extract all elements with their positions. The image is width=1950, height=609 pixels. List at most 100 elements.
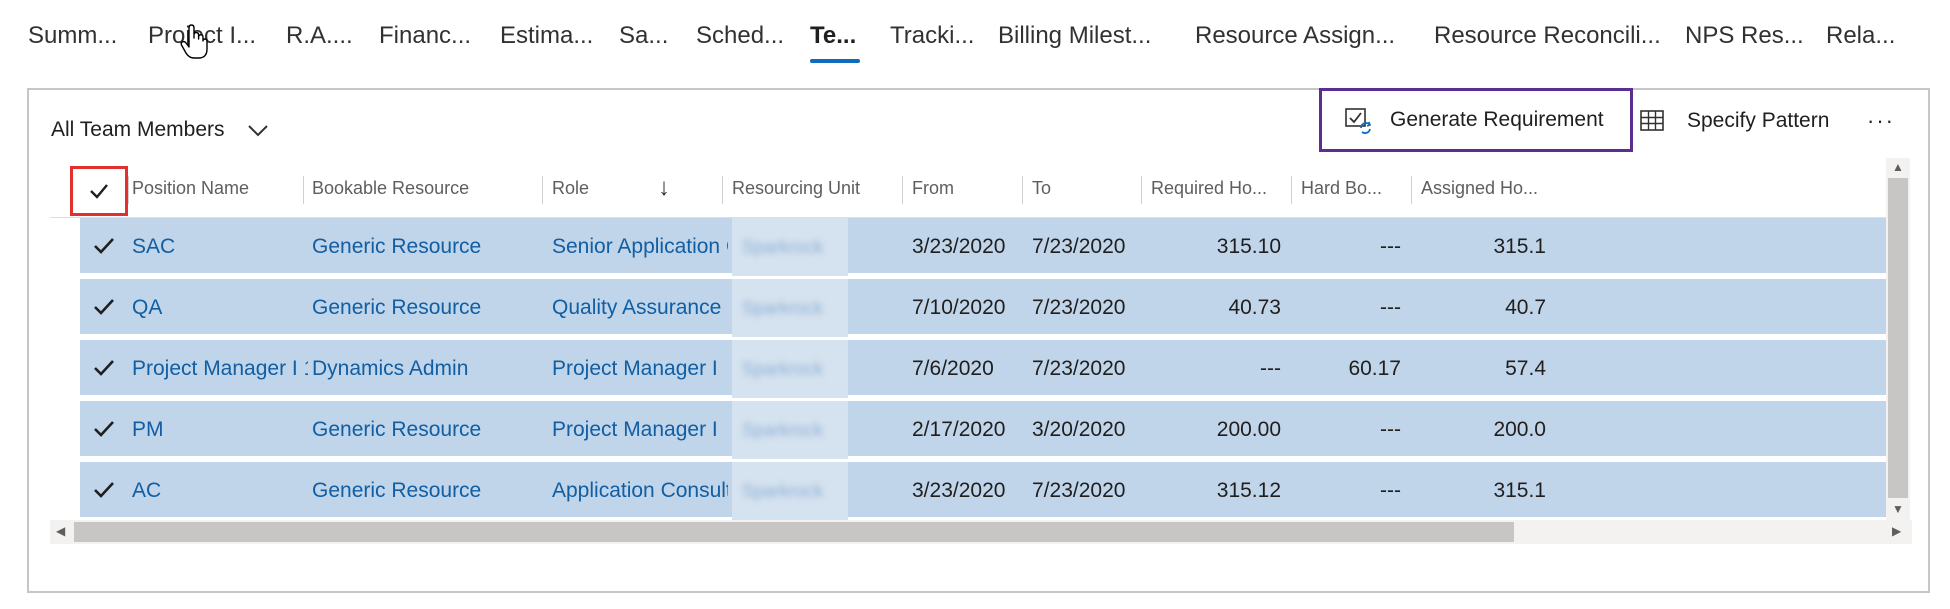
hand-cursor-icon [180, 24, 208, 59]
tab-summary[interactable]: Summ... [28, 22, 117, 58]
more-commands-button[interactable]: ··· [1861, 106, 1901, 136]
table-row[interactable]: SAC Generic Resource Senior Application … [80, 218, 1886, 276]
tab-schedule[interactable]: Sched... [696, 22, 784, 58]
column-header-required-hours[interactable]: Required Ho... [1151, 158, 1291, 218]
cell-hard-booked: --- [1380, 235, 1401, 258]
cell-position-name[interactable]: QA [132, 279, 308, 337]
cell-hard-booked: 60.17 [1348, 357, 1401, 380]
more-icon: ··· [1867, 108, 1895, 133]
column-separator [722, 176, 723, 204]
row-checkmark-icon[interactable] [92, 417, 116, 441]
cell-bookable-resource[interactable]: Dynamics Admin [312, 340, 542, 398]
cell-from: 3/23/2020 [912, 479, 1006, 502]
column-separator [128, 176, 129, 204]
cell-from: 7/6/2020 [912, 357, 994, 380]
row-checkmark-icon[interactable] [92, 356, 116, 380]
cell-bookable-resource[interactable]: Generic Resource [312, 462, 542, 520]
column-separator [1291, 176, 1292, 204]
table-row[interactable]: PM Generic Resource Project Manager I Sp… [80, 401, 1886, 459]
generate-requirement-icon [1345, 108, 1372, 134]
vertical-scrollbar[interactable]: ▲ ▼ [1886, 158, 1910, 520]
sort-descending-icon: ↓ [658, 174, 670, 201]
tab-resource-assignments[interactable]: Resource Assign... [1195, 22, 1395, 58]
cell-required-hours: 40.73 [1228, 296, 1281, 319]
specify-pattern-button[interactable]: Specify Pattern [1639, 104, 1829, 138]
chevron-down-icon [247, 125, 268, 137]
active-tab-indicator [810, 59, 860, 63]
cell-resourcing-unit-blurred: Sparkrock [732, 340, 848, 398]
tab-billing-milestones[interactable]: Billing Milest... [998, 22, 1151, 58]
grid-pattern-icon [1640, 110, 1664, 131]
column-header-hard-booked[interactable]: Hard Bo... [1301, 158, 1411, 218]
cell-from: 7/10/2020 [912, 296, 1006, 319]
vertical-scroll-thumb[interactable] [1888, 178, 1908, 498]
cell-position-name[interactable]: PM [132, 401, 308, 459]
row-checkmark-icon[interactable] [92, 295, 116, 319]
cell-bookable-resource[interactable]: Generic Resource [312, 279, 542, 337]
team-members-grid: Position Name Bookable Resource Role ↓ R… [50, 158, 1912, 548]
cell-role[interactable]: Senior Application Con [552, 218, 728, 276]
cell-bookable-resource[interactable]: Generic Resource [312, 218, 542, 276]
column-header-from[interactable]: From [912, 158, 1022, 218]
cell-assigned-hours: 315.1 [1493, 479, 1546, 502]
table-row[interactable]: Project Manager I 1 / d Dynamics Admin P… [80, 340, 1886, 398]
cell-role[interactable]: Application Consultant [552, 462, 728, 520]
cell-to: 7/23/2020 [1032, 235, 1126, 258]
tab-estimates[interactable]: Estima... [500, 22, 593, 58]
column-separator [902, 176, 903, 204]
scroll-left-arrow-icon[interactable]: ◀ [56, 524, 65, 538]
column-header-role[interactable]: Role [552, 158, 652, 218]
tab-nps-results[interactable]: NPS Res... [1685, 22, 1804, 58]
row-checkmark-icon[interactable] [92, 234, 116, 258]
generate-requirement-button[interactable]: Generate Requirement [1319, 88, 1633, 152]
column-separator [1141, 176, 1142, 204]
row-checkmark-icon[interactable] [92, 478, 116, 502]
tab-team[interactable]: Te... [810, 22, 856, 58]
column-separator [1022, 176, 1023, 204]
tab-sales[interactable]: Sa... [619, 22, 668, 58]
grid-header: Position Name Bookable Resource Role ↓ R… [50, 158, 1886, 218]
scroll-up-arrow-icon[interactable]: ▲ [1892, 160, 1904, 174]
team-members-panel: All Team Members Generate Requirement Sp… [27, 88, 1930, 593]
cell-role[interactable]: Project Manager I [552, 340, 728, 398]
cell-resourcing-unit-blurred: Sparkrock [732, 279, 848, 337]
scroll-right-arrow-icon[interactable]: ▶ [1892, 524, 1901, 538]
tab-financials[interactable]: Financ... [379, 22, 471, 58]
column-separator [542, 176, 543, 204]
cell-position-name[interactable]: SAC [132, 218, 308, 276]
cell-position-name[interactable]: Project Manager I 1 / d [132, 340, 308, 398]
column-separator [1411, 176, 1412, 204]
view-selector-label: All Team Members [51, 118, 225, 141]
checkmark-icon [90, 184, 108, 199]
tab-resource-reconciliation[interactable]: Resource Reconcili... [1434, 22, 1661, 58]
view-selector[interactable]: All Team Members [51, 114, 271, 146]
cell-hard-booked: --- [1380, 418, 1401, 441]
table-row[interactable]: QA Generic Resource Quality Assurance Sp… [80, 279, 1886, 337]
column-header-bookable-resource[interactable]: Bookable Resource [312, 158, 532, 218]
horizontal-scrollbar[interactable]: ◀ ▶ [50, 520, 1912, 544]
cell-position-name[interactable]: AC [132, 462, 308, 520]
table-row[interactable]: AC Generic Resource Application Consulta… [80, 462, 1886, 520]
cell-required-hours: 315.10 [1216, 235, 1281, 258]
cell-assigned-hours: 40.7 [1505, 296, 1546, 319]
column-header-assigned-hours[interactable]: Assigned Ho... [1421, 158, 1551, 218]
cell-role[interactable]: Quality Assurance [552, 279, 728, 337]
tab-ra[interactable]: R.A.... [286, 22, 353, 58]
column-header-resourcing-unit[interactable]: Resourcing Unit [732, 158, 902, 218]
cell-required-hours: 200.00 [1216, 418, 1281, 441]
cell-from: 3/23/2020 [912, 235, 1006, 258]
scroll-down-arrow-icon[interactable]: ▼ [1892, 502, 1904, 516]
tab-related[interactable]: Rela... [1826, 22, 1895, 58]
specify-pattern-label: Specify Pattern [1687, 109, 1830, 132]
select-all-checkbox[interactable] [70, 166, 128, 216]
cell-to: 7/23/2020 [1032, 296, 1126, 319]
tab-bar: Summ... Project I... R.A.... Financ... E… [0, 0, 1950, 76]
tab-tracking[interactable]: Tracki... [890, 22, 974, 58]
column-header-to[interactable]: To [1032, 158, 1142, 218]
cell-resourcing-unit-blurred: Sparkrock [732, 218, 848, 276]
cell-role[interactable]: Project Manager I [552, 401, 728, 459]
column-header-position-name[interactable]: Position Name [132, 158, 302, 218]
cell-required-hours: 315.12 [1216, 479, 1281, 502]
horizontal-scroll-thumb[interactable] [74, 522, 1514, 542]
cell-bookable-resource[interactable]: Generic Resource [312, 401, 542, 459]
